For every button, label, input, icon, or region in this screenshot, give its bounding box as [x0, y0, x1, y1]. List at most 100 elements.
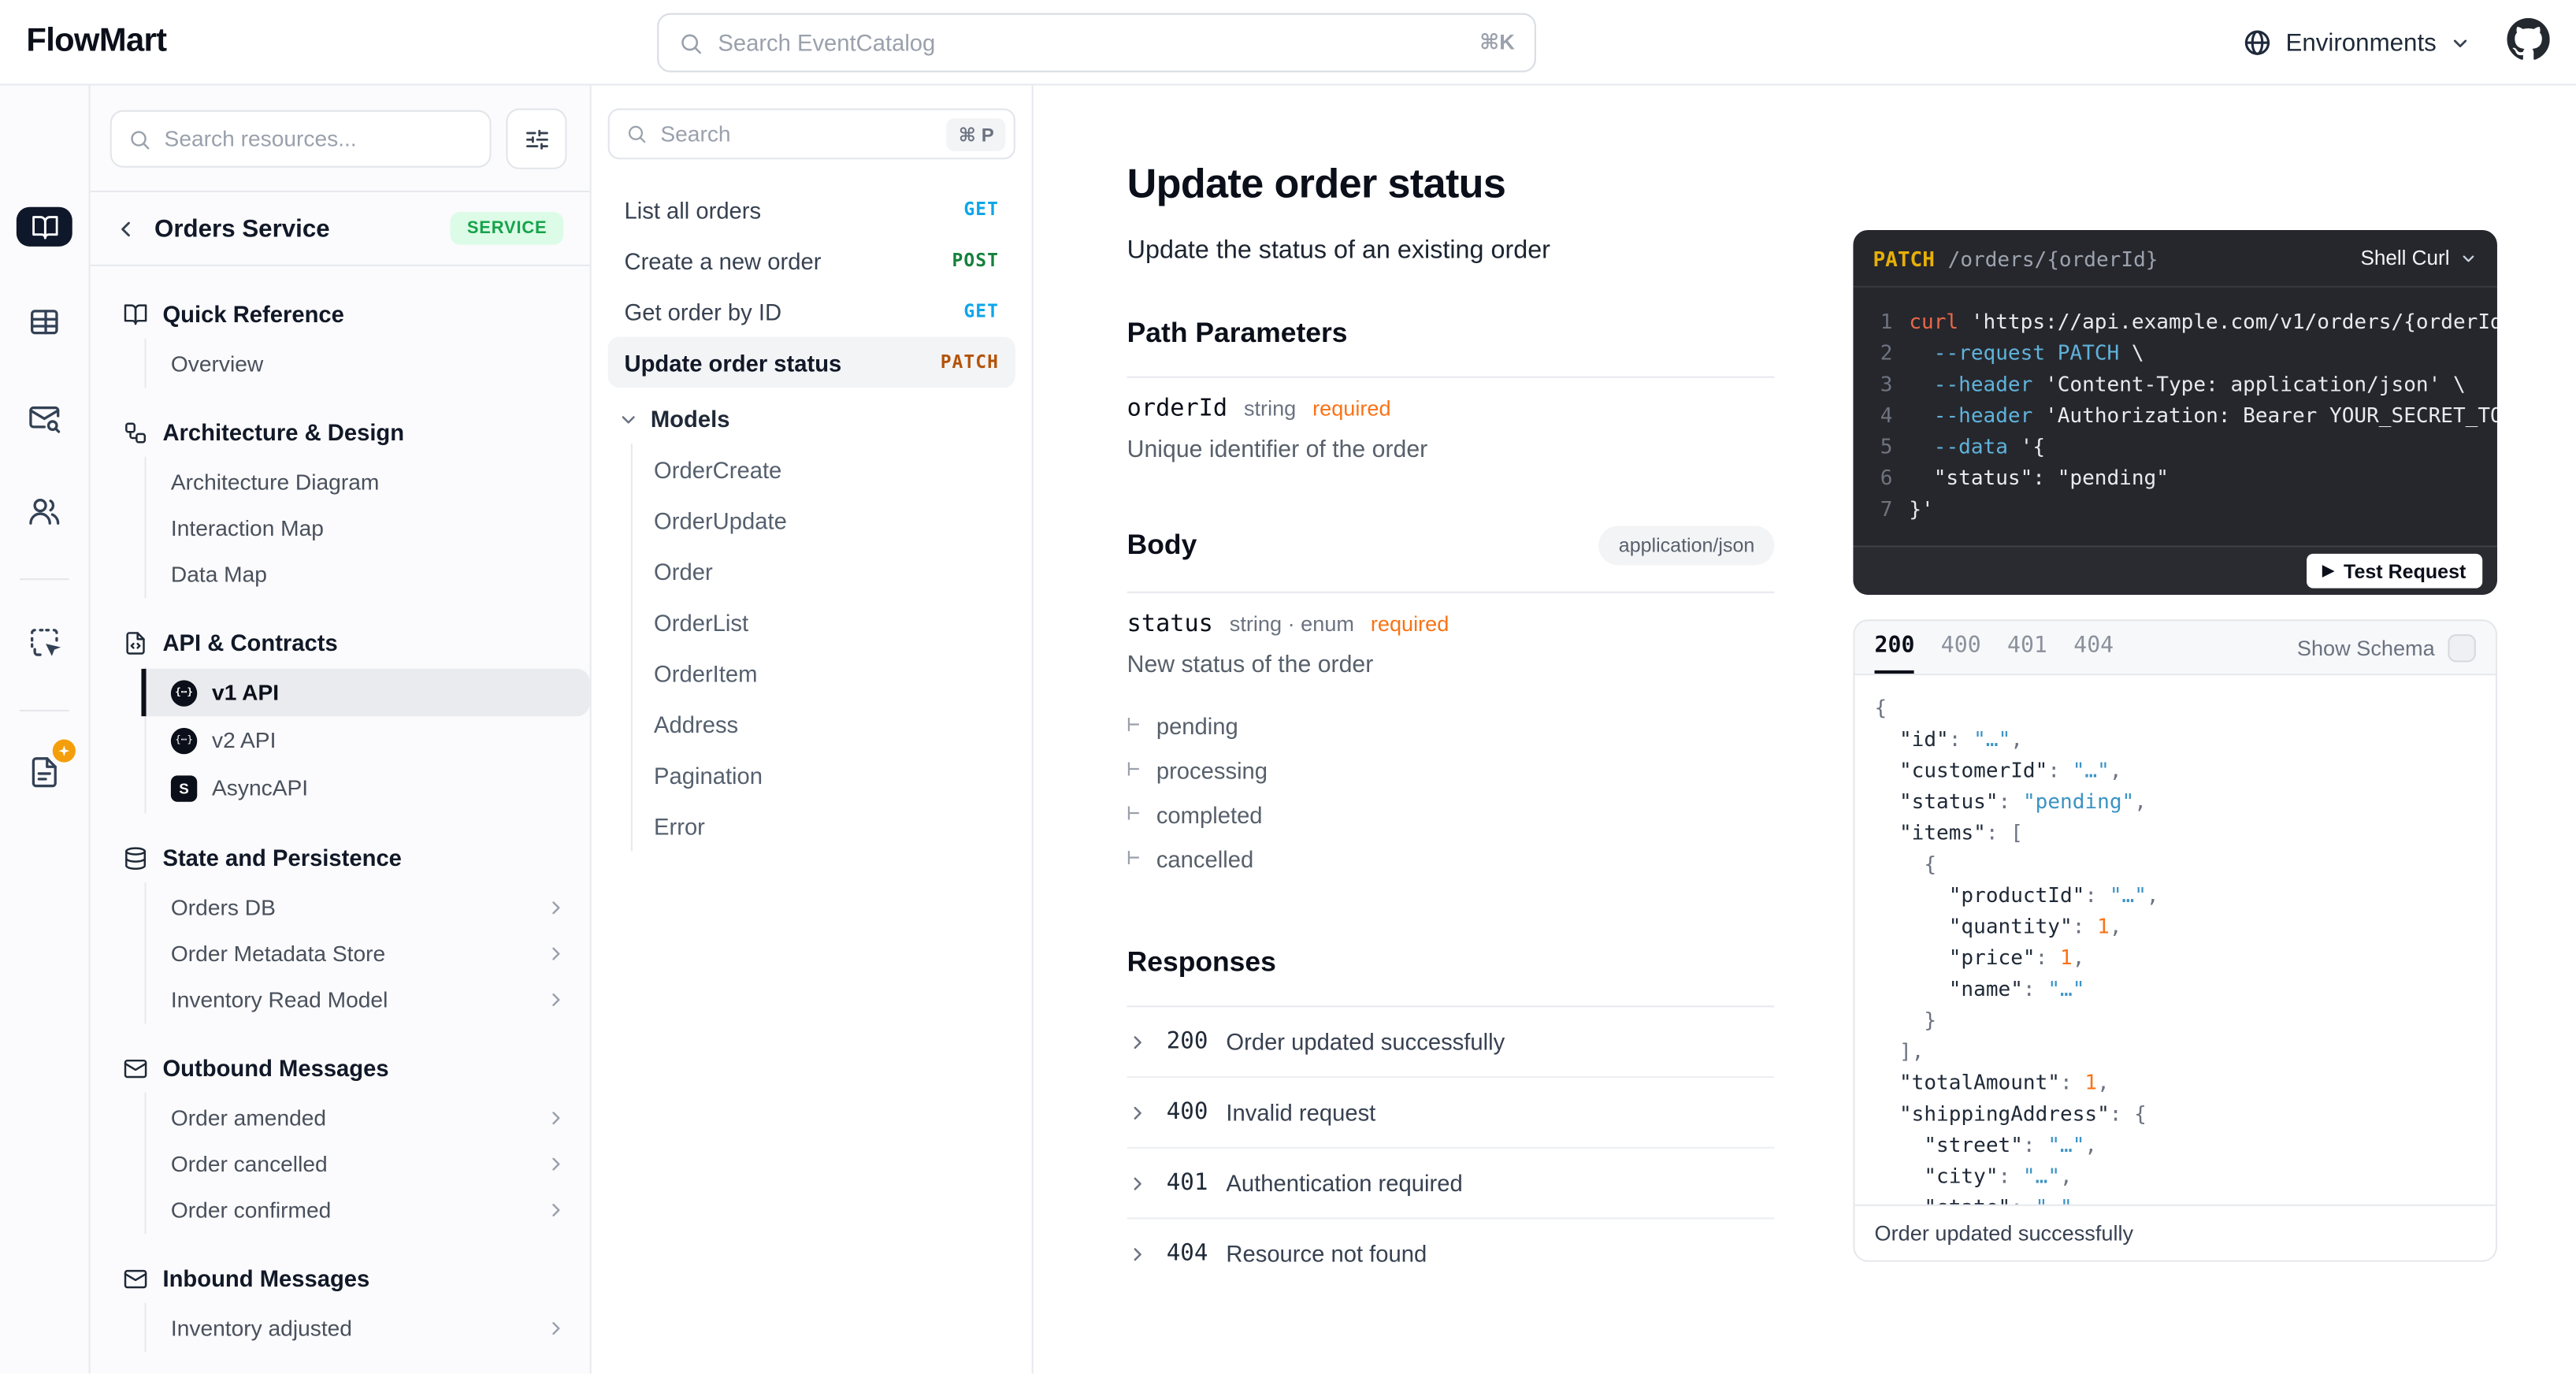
sidebar-item[interactable]: {⋯} v2 API: [147, 716, 590, 763]
json-line: "productId": "…",: [1875, 879, 2476, 911]
request-path: /orders/{orderId}: [1947, 245, 2158, 271]
sidebar-section-items: Orders DB Order Metadata Store Inventory R…: [144, 882, 590, 1024]
operations-search-input[interactable]: [660, 121, 934, 147]
response-label: Order updated successfully: [1226, 1028, 1505, 1055]
response-row[interactable]: 404 Resource not found: [1127, 1219, 1775, 1288]
sidebar-item[interactable]: Order confirmed: [147, 1186, 590, 1232]
models-group[interactable]: Models: [608, 388, 1015, 444]
sidebar-section-header: Inbound Messages: [91, 1258, 590, 1302]
response-row[interactable]: 200 Order updated successfully: [1127, 1007, 1775, 1079]
response-row[interactable]: 401 Authentication required: [1127, 1149, 1775, 1220]
sidebar-item[interactable]: Orders DB: [147, 884, 590, 930]
param-name: orderId: [1127, 395, 1228, 422]
model-item[interactable]: OrderCreate: [633, 444, 1015, 495]
code-line: 7}': [1869, 493, 2497, 525]
operation-item[interactable]: Get order by ID GET: [608, 286, 1015, 337]
request-method: PATCH: [1873, 245, 1935, 271]
code-token: --header: [1933, 371, 2033, 396]
json-line: }: [1875, 1004, 2476, 1035]
rail-item[interactable]: [28, 495, 61, 528]
icon-rail: [0, 85, 91, 1374]
code-token: 'Content-Type: application/json' \: [2032, 371, 2466, 396]
json-token: :: [1998, 789, 2023, 814]
model-item[interactable]: Error: [633, 800, 1015, 852]
json-token: "…": [2047, 975, 2085, 1001]
model-item[interactable]: Address: [633, 698, 1015, 749]
response-tab-401[interactable]: 401: [2007, 621, 2047, 674]
sidebar-item[interactable]: Order cancelled: [147, 1140, 590, 1186]
operation-item[interactable]: Create a new order POST: [608, 235, 1015, 286]
response-code: 401: [1166, 1169, 1208, 1197]
filter-button[interactable]: [506, 108, 567, 169]
rail-item[interactable]: [28, 739, 76, 789]
code-token: \: [2119, 340, 2144, 365]
github-icon[interactable]: [2507, 17, 2550, 69]
global-search[interactable]: ⌘K: [657, 13, 1536, 72]
response-tab-404[interactable]: 404: [2073, 621, 2114, 674]
response-code: 400: [1166, 1099, 1208, 1126]
chevron-right-icon: [545, 1198, 566, 1220]
code-line: 3 --header 'Content-Type: application/js…: [1869, 368, 2497, 399]
model-item[interactable]: OrderList: [633, 596, 1015, 648]
json-token: "items": [1899, 819, 1986, 845]
sidebar-item[interactable]: Order amended: [147, 1094, 590, 1140]
sidebar-item[interactable]: Inventory Read Model: [147, 976, 590, 1022]
language-selector[interactable]: Shell Curl: [2360, 247, 2477, 269]
sidebar-item[interactable]: Overview: [147, 340, 590, 386]
sidebar-section-header: API & Contracts: [91, 622, 590, 667]
json-token: {: [1874, 695, 1887, 720]
sidebar-item-label: Order cancelled: [170, 1150, 328, 1176]
global-search-input[interactable]: [718, 29, 1465, 56]
sidebar-item[interactable]: Inventory adjusted: [147, 1305, 590, 1350]
service-name: Orders Service: [154, 214, 330, 243]
model-item[interactable]: Order: [633, 545, 1015, 596]
rail-item[interactable]: [28, 401, 61, 434]
sidebar-item-label: Inventory adjusted: [170, 1315, 352, 1340]
rail-item-active[interactable]: [16, 206, 72, 247]
sidebar-item[interactable]: Order Metadata Store: [147, 930, 590, 975]
operations-search[interactable]: ⌘ P: [607, 108, 1015, 160]
rail-item[interactable]: [28, 306, 61, 339]
enum-branch-icon: ⊢: [1127, 801, 1140, 827]
sidebar-search-input[interactable]: [164, 126, 473, 151]
response-tab-400[interactable]: 400: [1941, 621, 1981, 674]
sidebar-item[interactable]: {⋯} v1 API: [141, 668, 590, 717]
response-footer: Order updated successfully: [1854, 1204, 2496, 1261]
response-tab-group: 200 400 401 404: [1874, 621, 2114, 674]
show-schema-toggle[interactable]: [2448, 633, 2476, 662]
response-tab-200[interactable]: 200: [1874, 621, 1915, 674]
code-token: 'Authorization: Bearer YOUR_SECRET_TOKEN…: [2045, 402, 2497, 428]
sidebar-section-title: Inbound Messages: [162, 1264, 370, 1292]
json-token: ,: [2097, 1069, 2110, 1094]
json-line: "customerId": "…",: [1875, 754, 2476, 785]
param-name: status: [1127, 611, 1213, 638]
file-text-icon: [28, 756, 61, 789]
mail-icon: [123, 1266, 147, 1290]
sidebar-item[interactable]: Data Map: [147, 551, 590, 596]
operation-item[interactable]: List all orders GET: [608, 184, 1015, 236]
environments-label: Environments: [2285, 28, 2437, 57]
model-item[interactable]: Pagination: [633, 749, 1015, 800]
chevron-left-icon[interactable]: [113, 216, 138, 240]
sidebar-section-title: API & Contracts: [162, 629, 338, 656]
method-badge: POST: [952, 249, 999, 272]
sidebar-item[interactable]: S AsyncAPI: [147, 764, 590, 811]
model-item[interactable]: OrderUpdate: [633, 495, 1015, 546]
sidebar-item[interactable]: Architecture Diagram: [147, 459, 590, 504]
sidebar-item[interactable]: Interaction Map: [147, 504, 590, 550]
json-token: :: [2072, 913, 2098, 938]
operation-item[interactable]: Update order status PATCH: [607, 336, 1015, 388]
json-token: ,: [2010, 726, 2023, 752]
environments-menu[interactable]: Environments: [2243, 28, 2470, 58]
mail-search-icon: [28, 401, 61, 434]
json-line: "state": "…",: [1875, 1191, 2476, 1205]
response-row[interactable]: 400 Invalid request: [1127, 1078, 1775, 1149]
model-item[interactable]: OrderItem: [633, 648, 1015, 699]
sidebar-search[interactable]: [109, 110, 492, 168]
test-request-button[interactable]: ▶ Test Request: [2306, 553, 2483, 589]
json-token: 1: [2084, 1069, 2098, 1094]
json-token: ,: [2109, 913, 2122, 938]
json-token: :: [1948, 726, 1974, 752]
rail-item[interactable]: [28, 626, 61, 659]
